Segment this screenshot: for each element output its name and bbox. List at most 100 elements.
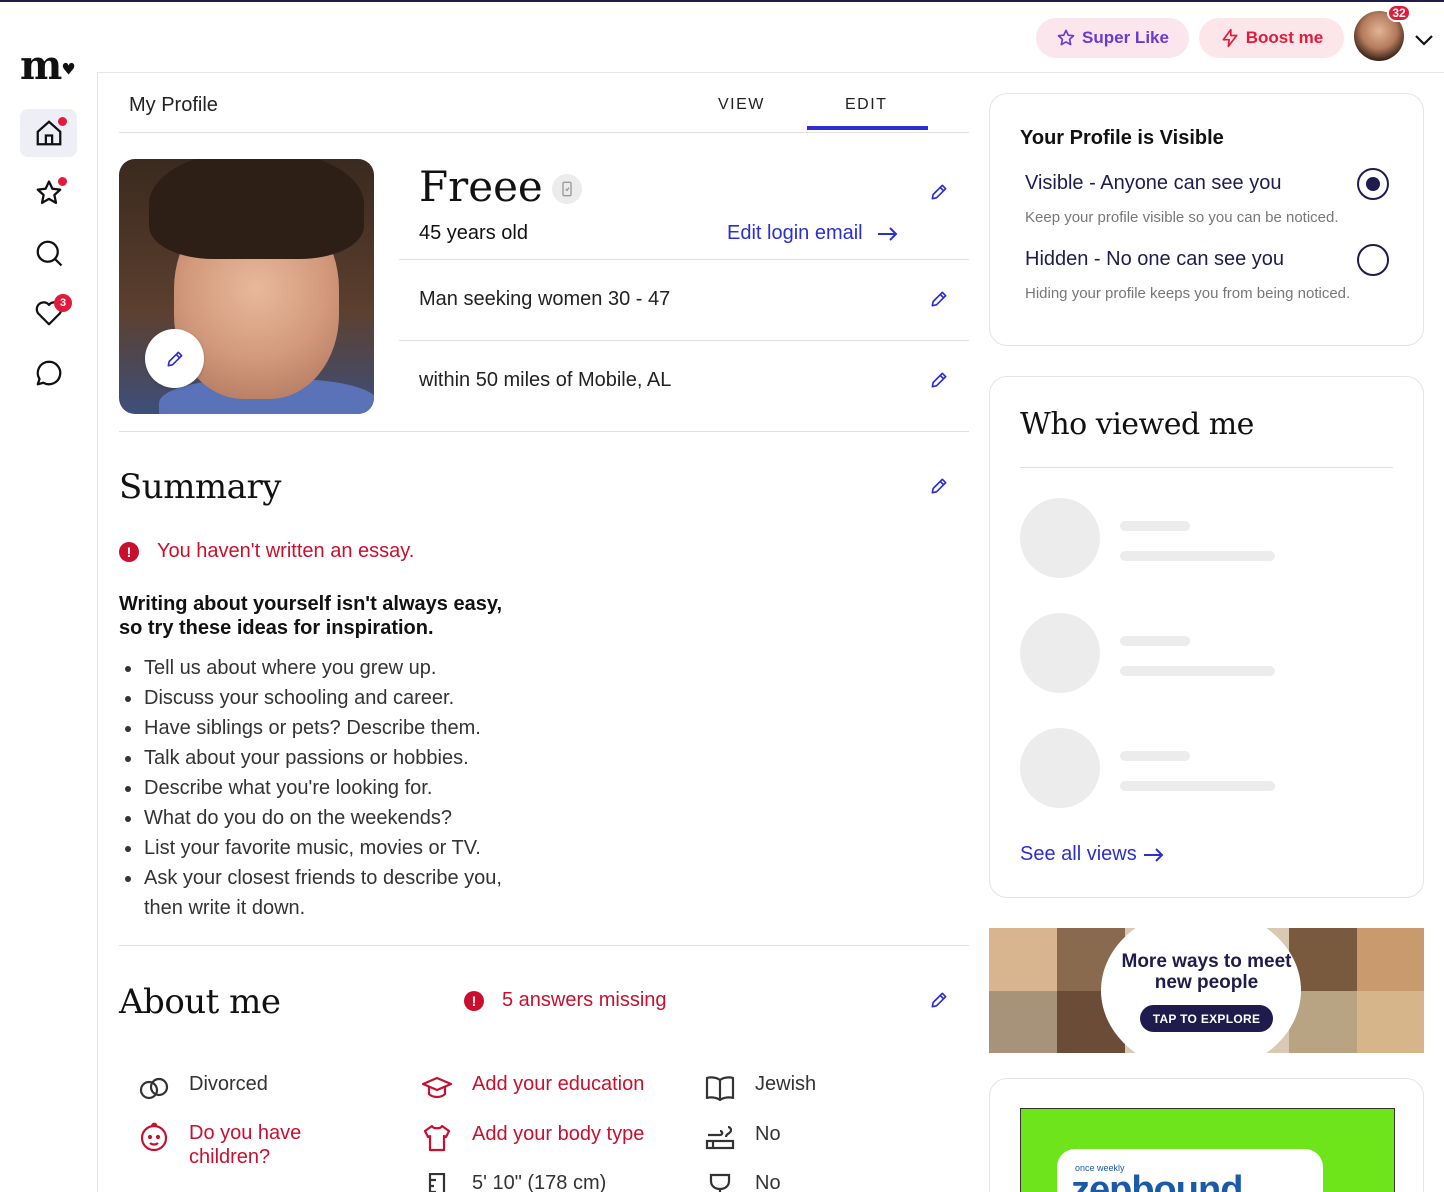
- list-item: List your favorite music, movies or TV.: [119, 833, 539, 863]
- children-field[interactable]: Do you have children?: [137, 1121, 319, 1169]
- viewer-placeholder-line: [1120, 781, 1275, 791]
- ruler-icon: [428, 1173, 446, 1192]
- edit-summary-pencil-icon[interactable]: [929, 476, 949, 496]
- pencil-icon: [167, 351, 182, 366]
- graduation-cap-icon: [421, 1076, 453, 1099]
- hidden-option-desc: Hiding your profile keeps you from being…: [1025, 285, 1351, 302]
- boost-label: Boost me: [1245, 28, 1324, 47]
- promo-headline: More ways to meet new people: [1121, 951, 1292, 993]
- nav-home[interactable]: [20, 109, 77, 157]
- rings-icon: [139, 1077, 169, 1100]
- divider: [1020, 467, 1393, 468]
- divider: [399, 340, 969, 341]
- star-outline-icon: [1057, 29, 1075, 46]
- edit-about-pencil-icon[interactable]: [929, 990, 949, 1010]
- phone-verify-icon: [562, 181, 572, 197]
- nav-messages[interactable]: [20, 349, 77, 397]
- list-item: Tell us about where you grew up.: [119, 653, 539, 683]
- promo-banner[interactable]: More ways to meet new people TAP TO EXPL…: [989, 928, 1424, 1053]
- height-field[interactable]: 5' 10" (178 cm): [420, 1172, 606, 1192]
- photo-hair: [149, 159, 364, 259]
- hidden-option-label[interactable]: Hidden - No one can see you: [1025, 248, 1284, 271]
- edit-photo-button[interactable]: [145, 329, 204, 388]
- visible-radio[interactable]: [1357, 168, 1389, 200]
- notification-dot: [58, 177, 67, 186]
- viewer-placeholder-line: [1120, 551, 1275, 561]
- tab-view[interactable]: VIEW: [718, 96, 765, 114]
- inspiration-line: so try these ideas for inspiration.: [119, 617, 434, 639]
- attr-label: Jewish: [755, 1073, 817, 1095]
- viewer-placeholder-avatar: [1020, 498, 1100, 578]
- who-viewed-title: Who viewed me: [1020, 407, 1254, 442]
- see-all-views-link[interactable]: See all views: [1020, 843, 1166, 866]
- about-title: About me: [119, 982, 281, 1022]
- list-item: Have siblings or pets? Describe them.: [119, 713, 539, 743]
- viewer-placeholder-avatar: [1020, 728, 1100, 808]
- list-item: Discuss your schooling and career.: [119, 683, 539, 713]
- viewer-placeholder-line: [1120, 751, 1190, 761]
- visible-option-desc: Keep your profile visible so you can be …: [1025, 209, 1339, 226]
- tap-to-explore-button[interactable]: TAP TO EXPLORE: [1140, 1005, 1273, 1032]
- header-divider: [119, 132, 969, 133]
- app-logo[interactable]: m♥: [20, 42, 76, 89]
- nav-favorites[interactable]: [20, 169, 77, 217]
- essay-warning-text: You haven't written an essay.: [157, 540, 415, 562]
- wine-glass-icon: [709, 1173, 731, 1192]
- chevron-down-icon[interactable]: [1412, 28, 1436, 52]
- drinking-field[interactable]: No: [703, 1172, 781, 1192]
- nav-likes[interactable]: 3: [20, 289, 77, 337]
- summary-title: Summary: [119, 467, 281, 507]
- profile-name: Freee: [419, 162, 543, 211]
- ad-creative[interactable]: once weekly zepbound: [1020, 1108, 1395, 1192]
- edit-login-label: Edit login email: [727, 222, 863, 244]
- notification-dot: [58, 117, 67, 126]
- smoking-icon: [705, 1125, 735, 1150]
- nav-search[interactable]: [20, 229, 77, 277]
- seeking-preference: Man seeking women 30 - 47: [419, 288, 671, 310]
- list-item: Ask your closest friends to describe you…: [119, 863, 539, 923]
- topbar-divider: [97, 72, 1444, 73]
- religion-field[interactable]: Jewish: [703, 1073, 816, 1103]
- tab-edit[interactable]: EDIT: [845, 96, 887, 114]
- essay-warning: ! You haven't written an essay.: [119, 540, 414, 563]
- divider: [399, 259, 969, 260]
- location-preference: within 50 miles of Mobile, AL: [419, 369, 672, 391]
- hidden-radio[interactable]: [1357, 244, 1389, 276]
- promo-photo: [989, 928, 1057, 991]
- active-tab-indicator: [807, 126, 928, 130]
- edit-location-pencil-icon[interactable]: [929, 370, 949, 390]
- chat-icon: [36, 360, 61, 386]
- edit-name-pencil-icon[interactable]: [929, 182, 949, 202]
- answers-missing-text: 5 answers missing: [502, 989, 667, 1011]
- smoking-field[interactable]: No: [703, 1123, 781, 1153]
- visible-option-label[interactable]: Visible - Anyone can see you: [1025, 172, 1281, 195]
- super-like-button[interactable]: Super Like: [1036, 18, 1189, 58]
- answers-missing-warning[interactable]: ! 5 answers missing: [464, 989, 667, 1012]
- ad-brand-logo: zepbound: [1071, 1169, 1243, 1192]
- see-all-label: See all views: [1020, 843, 1137, 865]
- alert-icon: !: [464, 990, 484, 1011]
- promo-photo: [1357, 928, 1424, 991]
- relationship-status[interactable]: Divorced: [137, 1073, 268, 1103]
- education-field[interactable]: Add your education: [420, 1073, 644, 1103]
- attr-label: Add your body type: [472, 1123, 645, 1145]
- arrow-right-icon: [878, 227, 898, 241]
- edit-seeking-pencil-icon[interactable]: [929, 289, 949, 309]
- attr-label: Add your education: [472, 1073, 645, 1095]
- section-divider: [119, 431, 969, 432]
- body-type-field[interactable]: Add your body type: [420, 1123, 644, 1153]
- viewer-placeholder-avatar: [1020, 613, 1100, 693]
- boost-button[interactable]: Boost me: [1199, 18, 1344, 58]
- alert-icon: !: [119, 541, 139, 562]
- logo-heart: ♥: [61, 59, 75, 79]
- book-icon: [705, 1076, 735, 1102]
- promo-photo: [989, 991, 1057, 1053]
- inspiration-list: Tell us about where you grew up. Discuss…: [119, 653, 539, 923]
- list-item: Describe what you're looking for.: [119, 773, 539, 803]
- visibility-title: Your Profile is Visible: [1020, 127, 1224, 149]
- edit-login-email-link[interactable]: Edit login email: [727, 222, 900, 245]
- notification-count-badge: 32: [1387, 4, 1411, 22]
- attr-label: Divorced: [189, 1073, 268, 1095]
- verify-button[interactable]: [552, 174, 582, 204]
- attr-label: No: [755, 1123, 781, 1145]
